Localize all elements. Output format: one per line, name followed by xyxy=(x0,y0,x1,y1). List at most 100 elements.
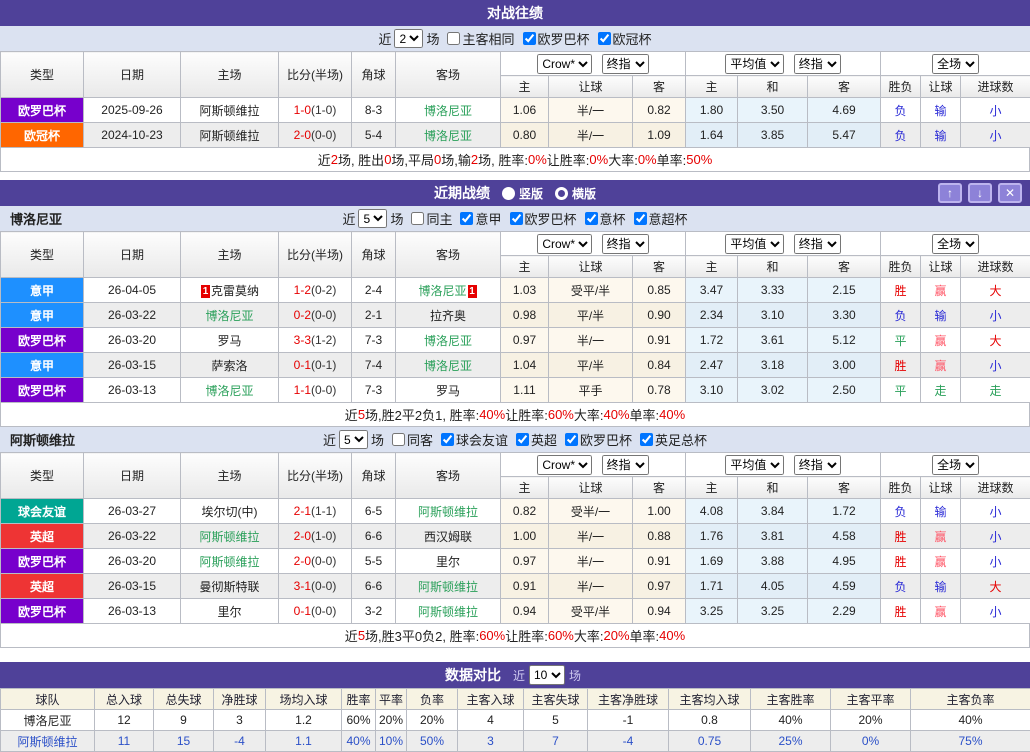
home-team-name[interactable]: 阿斯顿维拉 xyxy=(199,104,259,118)
home-team-name[interactable]: 阿斯顿维拉 xyxy=(199,129,259,143)
competition-badge[interactable]: 欧冠杯 xyxy=(1,123,84,148)
away-team-name[interactable]: 阿斯顿维拉 xyxy=(418,605,478,619)
filter-check-supercoppa[interactable]: 意超杯 xyxy=(626,209,688,228)
home-team[interactable]: 里尔 xyxy=(181,599,279,624)
scope-select[interactable]: 全场 xyxy=(932,455,979,475)
bologna-count-select[interactable]: 5 xyxy=(358,209,387,228)
avg-time-select[interactable]: 终指 xyxy=(794,54,841,74)
facup-checkbox[interactable] xyxy=(640,433,653,446)
compare-count-select[interactable]: 10 xyxy=(529,665,565,685)
home-team[interactable]: 萨索洛 xyxy=(181,353,279,378)
horizontal-layout-label[interactable]: 横版 xyxy=(572,185,596,202)
move-up-button[interactable]: ↑ xyxy=(938,183,962,203)
europa-checkbox[interactable] xyxy=(523,32,536,45)
filter-check-facup[interactable]: 英足总杯 xyxy=(632,430,707,449)
home-team-name[interactable]: 克雷莫纳 xyxy=(211,284,259,298)
away-team[interactable]: 博洛尼亚 xyxy=(396,123,501,148)
odds-time-select[interactable]: 终指 xyxy=(602,455,649,475)
away-team-name[interactable]: 拉齐奥 xyxy=(430,309,466,323)
coppa-checkbox[interactable] xyxy=(585,212,598,225)
home-team[interactable]: 阿斯顿维拉 xyxy=(181,98,279,123)
away-team-name[interactable]: 博洛尼亚 xyxy=(424,129,472,143)
villa-count-select[interactable]: 5 xyxy=(339,430,368,449)
competition-badge[interactable]: 欧罗巴杯 xyxy=(1,549,84,574)
odds-time-select[interactable]: 终指 xyxy=(602,54,649,74)
vertical-layout-radio[interactable] xyxy=(502,187,515,200)
avg-select[interactable]: 平均值 xyxy=(725,54,784,74)
team-name-cell[interactable]: 阿斯顿维拉 xyxy=(1,731,95,752)
home-team-name[interactable]: 阿斯顿维拉 xyxy=(199,555,259,569)
away-team[interactable]: 里尔 xyxy=(396,549,501,574)
filter-check-seriea[interactable]: 意甲 xyxy=(452,209,501,228)
home-team[interactable]: 曼彻斯特联 xyxy=(181,574,279,599)
avg-time-select[interactable]: 终指 xyxy=(794,455,841,475)
avg-select[interactable]: 平均值 xyxy=(725,234,784,254)
home-team[interactable]: 阿斯顿维拉 xyxy=(181,123,279,148)
seriea-checkbox[interactable] xyxy=(460,212,473,225)
away-team-name[interactable]: 西汉姆联 xyxy=(424,530,472,544)
away-team[interactable]: 西汉姆联 xyxy=(396,524,501,549)
away-team[interactable]: 阿斯顿维拉 xyxy=(396,499,501,524)
competition-badge[interactable]: 欧罗巴杯 xyxy=(1,599,84,624)
vertical-layout-label[interactable]: 竖版 xyxy=(519,185,543,202)
filter-check-same-home[interactable]: 同主 xyxy=(403,209,452,228)
home-team[interactable]: 1克雷莫纳 xyxy=(181,278,279,303)
filter-check-same-away[interactable]: 同客 xyxy=(384,430,433,449)
home-team-name[interactable]: 博洛尼亚 xyxy=(205,309,253,323)
odds-time-select[interactable]: 终指 xyxy=(602,234,649,254)
filter-check-same-venue[interactable]: 主客相同 xyxy=(439,29,514,48)
home-team[interactable]: 博洛尼亚 xyxy=(181,303,279,328)
filter-check-europa[interactable]: 欧罗巴杯 xyxy=(502,209,577,228)
bookmaker-select[interactable]: Crow* xyxy=(537,455,592,475)
same-home-checkbox[interactable] xyxy=(411,212,424,225)
epl-checkbox[interactable] xyxy=(516,433,529,446)
away-team[interactable]: 拉齐奥 xyxy=(396,303,501,328)
friendly-checkbox[interactable] xyxy=(441,433,454,446)
supercoppa-checkbox[interactable] xyxy=(634,212,647,225)
away-team[interactable]: 博洛尼亚 xyxy=(396,353,501,378)
europa-checkbox[interactable] xyxy=(565,433,578,446)
home-team-name[interactable]: 萨索洛 xyxy=(211,359,247,373)
filter-check-europa[interactable]: 欧罗巴杯 xyxy=(557,430,632,449)
away-team[interactable]: 博洛尼亚 xyxy=(396,328,501,353)
filter-check-coppa[interactable]: 意杯 xyxy=(577,209,626,228)
bookmaker-select[interactable]: Crow* xyxy=(537,54,592,74)
away-team-name[interactable]: 阿斯顿维拉 xyxy=(418,580,478,594)
home-team[interactable]: 阿斯顿维拉 xyxy=(181,549,279,574)
home-team-name[interactable]: 罗马 xyxy=(217,334,241,348)
bookmaker-select[interactable]: Crow* xyxy=(537,234,592,254)
team-name-cell[interactable]: 博洛尼亚 xyxy=(1,710,95,731)
away-team-name[interactable]: 博洛尼亚 xyxy=(424,104,472,118)
home-team[interactable]: 罗马 xyxy=(181,328,279,353)
away-team[interactable]: 博洛尼亚1 xyxy=(396,278,501,303)
away-team-name[interactable]: 博洛尼亚 xyxy=(424,334,472,348)
home-team-name[interactable]: 曼彻斯特联 xyxy=(199,580,259,594)
same-away-checkbox[interactable] xyxy=(392,433,405,446)
competition-badge[interactable]: 球会友谊 xyxy=(1,499,84,524)
competition-badge[interactable]: 英超 xyxy=(1,524,84,549)
home-team[interactable]: 埃尔切(中) xyxy=(181,499,279,524)
away-team-name[interactable]: 里尔 xyxy=(436,555,460,569)
competition-badge[interactable]: 欧罗巴杯 xyxy=(1,98,84,123)
away-team-name[interactable]: 博洛尼亚 xyxy=(418,284,466,298)
filter-check-friendly[interactable]: 球会友谊 xyxy=(433,430,508,449)
close-button[interactable]: ✕ xyxy=(998,183,1022,203)
away-team[interactable]: 罗马 xyxy=(396,378,501,403)
home-team-name[interactable]: 博洛尼亚 xyxy=(205,384,253,398)
home-team-name[interactable]: 阿斯顿维拉 xyxy=(199,530,259,544)
competition-badge[interactable]: 欧罗巴杯 xyxy=(1,328,84,353)
europa-checkbox[interactable] xyxy=(510,212,523,225)
move-down-button[interactable]: ↓ xyxy=(968,183,992,203)
filter-check-europa[interactable]: 欧罗巴杯 xyxy=(515,29,590,48)
competition-badge[interactable]: 欧罗巴杯 xyxy=(1,378,84,403)
home-team[interactable]: 阿斯顿维拉 xyxy=(181,524,279,549)
away-team-name[interactable]: 罗马 xyxy=(436,384,460,398)
filter-check-epl[interactable]: 英超 xyxy=(508,430,557,449)
competition-badge[interactable]: 意甲 xyxy=(1,353,84,378)
away-team[interactable]: 阿斯顿维拉 xyxy=(396,574,501,599)
scope-select[interactable]: 全场 xyxy=(932,234,979,254)
competition-badge[interactable]: 意甲 xyxy=(1,278,84,303)
away-team-name[interactable]: 阿斯顿维拉 xyxy=(418,505,478,519)
home-team-name[interactable]: 里尔 xyxy=(217,605,241,619)
competition-badge[interactable]: 英超 xyxy=(1,574,84,599)
